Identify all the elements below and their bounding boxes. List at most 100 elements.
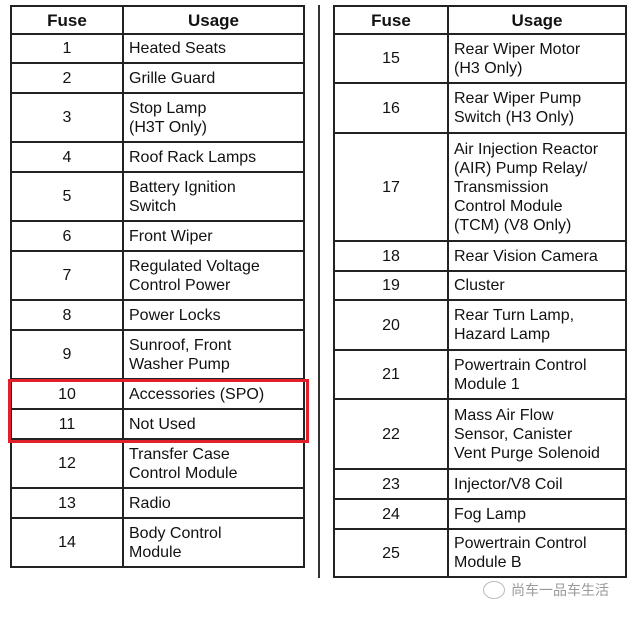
fuse-usage: Front Wiper <box>122 220 305 252</box>
fuse-number: 14 <box>10 517 124 568</box>
usage-line: Injector/V8 Coil <box>454 475 563 493</box>
usage-line: Stop Lamp <box>129 99 207 117</box>
fuse-usage: Power Locks <box>122 299 305 331</box>
table-row: 6 Front Wiper <box>10 220 305 252</box>
fuse-usage: Rear Wiper Pump Switch (H3 Only) <box>447 82 627 134</box>
fuse-usage: Powertrain Control Module 1 <box>447 349 627 400</box>
usage-line: Battery Ignition <box>129 178 236 196</box>
table-row: 25 Powertrain Control Module B <box>333 528 627 578</box>
usage-line: Radio <box>129 494 171 512</box>
usage-line: Powertrain Control <box>454 356 587 374</box>
fuse-number: 25 <box>333 528 449 578</box>
fuse-number: 15 <box>333 33 449 84</box>
header-usage: Usage <box>122 5 305 35</box>
table-row: 17 Air Injection Reactor (AIR) Pump Relay/… <box>333 132 627 242</box>
fuse-number: 1 <box>10 33 124 64</box>
table-row: 16 Rear Wiper Pump Switch (H3 Only) <box>333 82 627 134</box>
fuse-table-right: Fuse Usage 15 Rear Wiper Motor (H3 Only) 16… <box>333 5 627 578</box>
usage-line: Mass Air Flow <box>454 406 554 424</box>
table-row: 4 Roof Rack Lamps <box>10 141 305 173</box>
usage-line: Fog Lamp <box>454 505 527 523</box>
fuse-table-left: Fuse Usage 1 Heated Seats 2 Grille Guard 3 St… <box>10 5 305 568</box>
fuse-usage: Rear Vision Camera <box>447 240 627 272</box>
fuse-usage: Powertrain Control Module B <box>447 528 627 578</box>
fuse-number: 2 <box>10 62 124 94</box>
wechat-logo-icon <box>483 581 505 599</box>
fuse-usage: Grille Guard <box>122 62 305 94</box>
usage-line: Switch (H3 Only) <box>454 109 575 126</box>
fuse-usage: Mass Air Flow Sensor, Canister Vent Purge … <box>447 398 627 470</box>
usage-line: (H3 Only) <box>454 59 523 77</box>
usage-line: Module B <box>454 554 522 571</box>
usage-line: Front Wiper <box>129 227 213 245</box>
fuse-number: 20 <box>333 299 449 351</box>
usage-line: Rear Vision Camera <box>454 247 598 265</box>
usage-line: Sensor, Canister <box>454 425 573 443</box>
highlight-box <box>8 379 309 443</box>
fuse-usage: Rear Wiper Motor (H3 Only) <box>447 33 627 84</box>
table-row: 13 Radio <box>10 487 305 519</box>
usage-line: Vent Purge Solenoid <box>454 444 600 462</box>
table-row: 12 Transfer Case Control Module <box>10 438 305 489</box>
table-row: 24 Fog Lamp <box>333 498 627 530</box>
usage-line: Switch <box>129 197 177 215</box>
table-row: 8 Power Locks <box>10 299 305 331</box>
fuse-usage: Air Injection Reactor (AIR) Pump Relay/Tr… <box>447 132 627 242</box>
fuse-usage: Battery Ignition Switch <box>122 171 305 222</box>
table-row: 18 Rear Vision Camera <box>333 240 627 272</box>
table-row: 22 Mass Air Flow Sensor, Canister Vent Purg… <box>333 398 627 470</box>
fuse-number: 5 <box>10 171 124 222</box>
table-row: 9 Sunroof, Front Washer Pump <box>10 329 305 380</box>
usage-line: Cluster <box>454 277 505 294</box>
fuse-number: 6 <box>10 220 124 252</box>
table-row: 15 Rear Wiper Motor (H3 Only) <box>333 33 627 84</box>
usage-line: Transfer Case <box>129 445 230 463</box>
fuse-usage: Heated Seats <box>122 33 305 64</box>
fuse-number: 4 <box>10 141 124 173</box>
fuse-number: 13 <box>10 487 124 519</box>
table-row: 20 Rear Turn Lamp, Hazard Lamp <box>333 299 627 351</box>
fuse-number: 19 <box>333 270 449 301</box>
fuse-number: 17 <box>333 132 449 242</box>
watermark: 尚车一品车生活 <box>483 580 609 600</box>
usage-line: Power Locks <box>129 306 221 324</box>
fuse-number: 9 <box>10 329 124 380</box>
usage-line: Module 1 <box>454 375 520 393</box>
table-row: 2 Grille Guard <box>10 62 305 94</box>
header-fuse: Fuse <box>10 5 124 35</box>
usage-line: Rear Wiper Motor <box>454 40 581 58</box>
fuse-usage: Rear Turn Lamp, Hazard Lamp <box>447 299 627 351</box>
usage-line: Module <box>129 543 182 561</box>
table-row: 14 Body Control Module <box>10 517 305 568</box>
fuse-usage: Radio <box>122 487 305 519</box>
fuse-usage: Fog Lamp <box>447 498 627 530</box>
fuse-number: 24 <box>333 498 449 530</box>
header-usage: Usage <box>447 5 627 35</box>
table-row: 7 Regulated Voltage Control Power <box>10 250 305 301</box>
fuse-number: 12 <box>10 438 124 489</box>
usage-line: Heated Seats <box>129 40 226 57</box>
usage-line: Regulated Voltage <box>129 257 260 275</box>
fuse-usage: Sunroof, Front Washer Pump <box>122 329 305 380</box>
table-row: 21 Powertrain Control Module 1 <box>333 349 627 400</box>
fuse-number: 3 <box>10 92 124 143</box>
table-row: 19 Cluster <box>333 270 627 301</box>
watermark-text: 尚车一品车生活 <box>511 582 609 598</box>
usage-line: Control Power <box>129 276 231 294</box>
fuse-number: 18 <box>333 240 449 272</box>
usage-line: Rear Wiper Pump <box>454 90 582 107</box>
usage-line: (TCM) (V8 Only) <box>454 216 572 234</box>
table-row: 23 Injector/V8 Coil <box>333 468 627 500</box>
usage-line: Grille Guard <box>129 69 216 87</box>
usage-line: (H3T Only) <box>129 118 207 136</box>
fuse-usage: Body Control Module <box>122 517 305 568</box>
table-row: 1 Heated Seats <box>10 33 305 64</box>
table-divider <box>318 5 320 578</box>
fuse-usage: Regulated Voltage Control Power <box>122 250 305 301</box>
table-row: 3 Stop Lamp (H3T Only) <box>10 92 305 143</box>
fuse-usage: Injector/V8 Coil <box>447 468 627 500</box>
fuse-number: 21 <box>333 349 449 400</box>
fuse-number: 7 <box>10 250 124 301</box>
fuse-usage: Roof Rack Lamps <box>122 141 305 173</box>
table-row: 5 Battery Ignition Switch <box>10 171 305 222</box>
